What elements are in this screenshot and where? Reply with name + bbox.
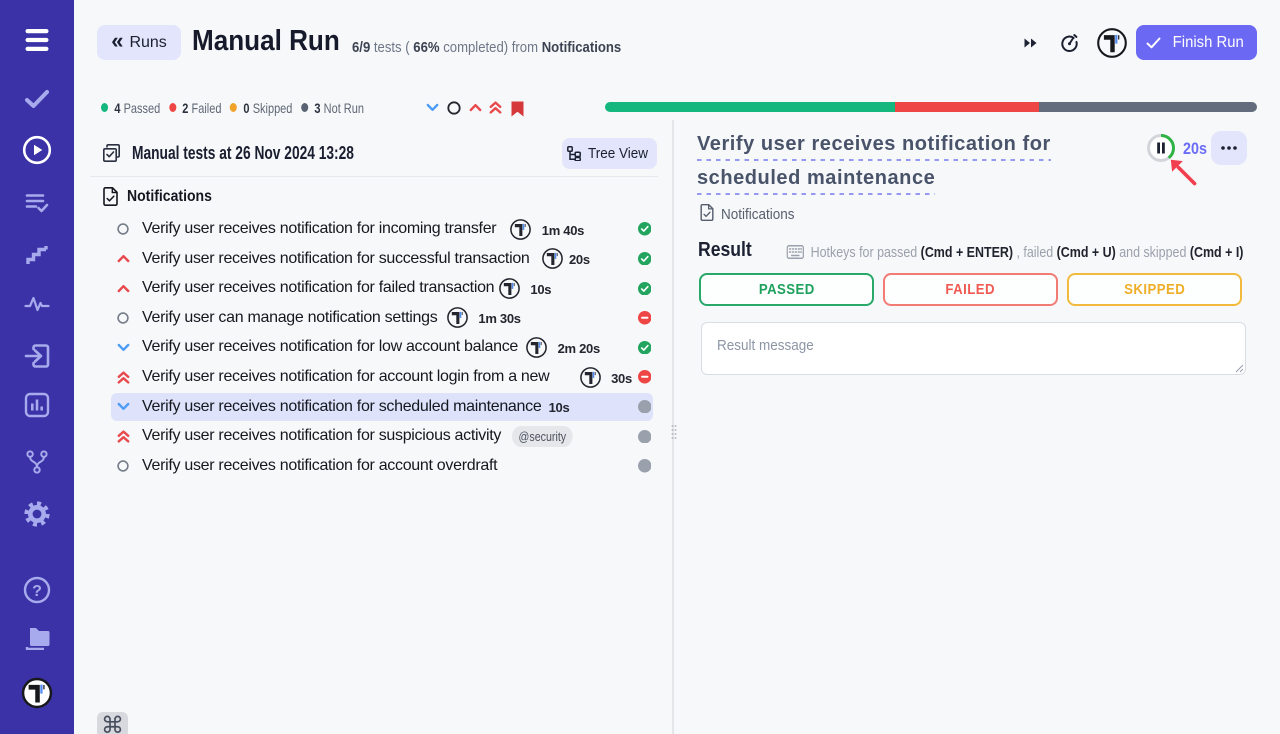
svg-text:?: ? [32, 583, 42, 600]
